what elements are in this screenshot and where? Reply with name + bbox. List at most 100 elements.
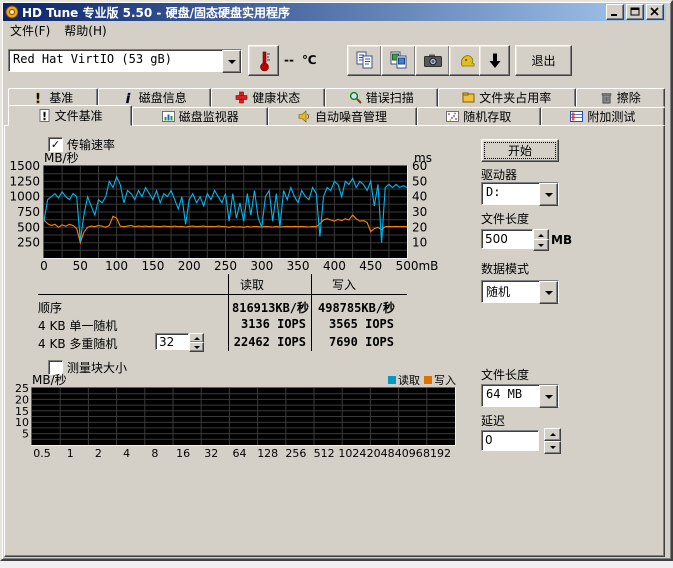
drive-select[interactable]: Red Hat VirtIO (53 gB) [8, 49, 242, 72]
tab-health-cross[interactable]: 健康状态 [211, 88, 325, 107]
minimize-button[interactable] [606, 4, 624, 20]
start-button-label: 开始 [508, 142, 532, 159]
erase-trash-icon [600, 91, 613, 104]
file-length2-dropdown[interactable]: 64 MB [481, 384, 559, 407]
tab-error-scan-magnifier[interactable]: 错误扫描 [325, 88, 439, 107]
chevron-down-icon[interactable] [222, 50, 241, 73]
window-title: HD Tune 专业版 5.50 - 硬盘/固态硬盘实用程序 [22, 4, 604, 21]
queue-depth-stepper[interactable]: 32 [155, 333, 189, 350]
data-pattern-label: 数据模式 [481, 260, 529, 277]
thermometer-icon [256, 50, 272, 72]
y2-tick-label: 50 [412, 174, 427, 188]
table-row-read-value: 816913KB/秒 [232, 299, 306, 316]
transfer-rate-chart-svg: MB/秒ms1500125010007505002506050403020100… [0, 152, 470, 276]
x-tick-label: 4096 [395, 447, 423, 460]
y-tick-label: 750 [17, 205, 40, 219]
maximize-button[interactable] [626, 4, 644, 20]
delay-up-icon[interactable] [544, 428, 561, 441]
x-tick-label: 2 [95, 447, 102, 460]
y-tick-label: 1250 [9, 174, 40, 188]
start-button[interactable]: 开始 [481, 139, 559, 162]
table-row-label: 4 KB 多重随机 [38, 335, 117, 352]
tab-label: 附加测试 [587, 108, 635, 125]
save-down-arrow-button[interactable] [479, 45, 510, 76]
queue-depth-down-icon[interactable] [189, 342, 204, 352]
delay-down-icon[interactable] [544, 441, 561, 454]
x-tick-label: 500mB [396, 259, 439, 273]
y-tick-label: 500 [17, 220, 40, 234]
tab-folder-usage[interactable]: 文件夹占用率 [438, 88, 576, 107]
temperature-value: -- [284, 53, 294, 67]
extra-tests-icon [570, 110, 583, 123]
y2-tick-label: 30 [412, 205, 427, 219]
file-benchmark-icon: ! [38, 109, 51, 122]
table-row-write-value: 7690 IOPS [318, 335, 394, 349]
table-divider [311, 274, 312, 351]
disk-monitor-icon [162, 110, 175, 123]
block-size-chart-svg: MB/秒2520151050.5124816326412825651210242… [0, 372, 470, 464]
read-column-header: 读取 [240, 276, 264, 293]
menu-item-0[interactable]: 文件(F) [3, 21, 57, 40]
random-access-icon [446, 110, 459, 123]
table-row-write-value: 3565 IOPS [318, 317, 394, 331]
x-tick-label: 64 [233, 447, 247, 460]
temperature-button[interactable] [248, 45, 279, 76]
health-cross-icon [235, 91, 248, 104]
tab-aam-speaker[interactable]: 自动噪音管理 [268, 107, 416, 126]
drive-dropdown[interactable]: D: [481, 182, 559, 205]
file-length-stepper[interactable]: 500 [481, 229, 547, 249]
x-tick-label: 150 [141, 259, 164, 273]
x-tick-label: 8192 [423, 447, 451, 460]
exit-button[interactable]: 退出 [515, 45, 572, 76]
y2-tick-label: 60 [412, 159, 427, 173]
folder-usage-icon [462, 91, 475, 104]
write-column-header: 写入 [332, 276, 356, 293]
y-tick-label: 250 [17, 236, 40, 250]
x-tick-label: 8 [151, 447, 158, 460]
x-tick-label: 16 [176, 447, 190, 460]
menu-bar: 文件(F)帮助(H) [3, 21, 666, 39]
x-tick-label: 350 [287, 259, 310, 273]
x-tick-label: 256 [285, 447, 306, 460]
x-tick-label: 200 [178, 259, 201, 273]
transfer-rate-label: 传输速率 [67, 136, 115, 153]
tab-erase-trash[interactable]: 擦除 [576, 88, 666, 107]
x-tick-label: 250 [214, 259, 237, 273]
queue-depth-value: 32 [159, 335, 174, 349]
x-tick-label: 128 [257, 447, 278, 460]
chevron-down-icon[interactable] [539, 281, 558, 304]
screen: HD Tune 专业版 5.50 - 硬盘/固态硬盘实用程序 文件(F)帮助(H… [0, 0, 673, 568]
copy-image-button[interactable] [381, 45, 416, 76]
transfer-rate-checkbox[interactable]: ✓ [48, 137, 63, 152]
copy-text-button[interactable] [347, 45, 382, 76]
temperature-unit: ℃ [302, 53, 317, 67]
tab-label: 基准 [49, 89, 73, 106]
tab-row-2: !文件基准磁盘监视器自动噪音管理随机存取 附加测试 [8, 107, 665, 126]
close-button[interactable] [646, 4, 664, 20]
x-tick-label: 2048 [367, 447, 395, 460]
disk-info-icon: i [122, 91, 135, 104]
x-tick-label: 512 [314, 447, 335, 460]
tab-extra-tests[interactable]: 附加测试 [541, 107, 665, 126]
tab-file-benchmark[interactable]: !文件基准 [8, 105, 132, 126]
screenshot-camera-icon [423, 51, 443, 70]
tab-label: 磁盘信息 [139, 89, 187, 106]
tab-disk-monitor[interactable]: 磁盘监视器 [132, 107, 268, 126]
screenshot-camera-button[interactable] [415, 45, 450, 76]
tab-random-access[interactable]: 随机存取 [417, 107, 541, 126]
delay-label: 延迟 [481, 412, 505, 429]
transfer-rate-chart: MB/秒ms1500125010007505002506050403020100… [0, 152, 470, 276]
delay-stepper[interactable]: 0 [481, 430, 561, 452]
chevron-down-icon[interactable] [539, 385, 558, 408]
chevron-down-icon[interactable] [539, 183, 558, 206]
tab-label: 健康状态 [252, 89, 300, 106]
x-tick-label: 50 [73, 259, 88, 273]
file-length2-label: 文件长度 [481, 366, 529, 383]
y-tick-label: 1000 [9, 190, 40, 204]
menu-item-1[interactable]: 帮助(H) [57, 21, 113, 40]
y-axis-title: MB/秒 [44, 152, 79, 165]
x-tick-label: 1024 [338, 447, 366, 460]
file-length-down-icon[interactable] [533, 239, 549, 251]
error-scan-magnifier-icon [349, 91, 362, 104]
data-pattern-dropdown[interactable]: 随机 [481, 280, 559, 303]
